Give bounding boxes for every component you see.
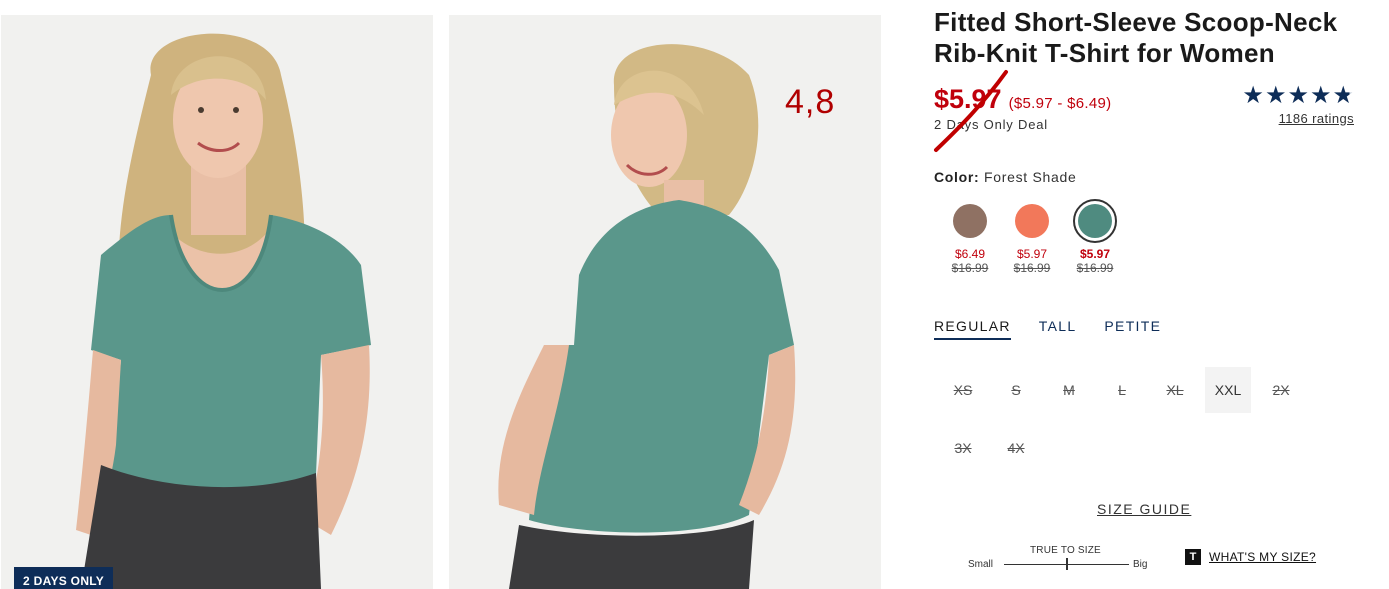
fit-scale-marker (1066, 558, 1068, 570)
size-2x[interactable]: 2X (1258, 367, 1304, 413)
ratings-count-link[interactable]: 1186 ratings (1238, 111, 1354, 126)
star-icon: ★ (1242, 82, 1264, 109)
size-xs[interactable]: XS (940, 367, 986, 413)
star-icon: ★ (1309, 82, 1332, 109)
swatch-original-price: $16.99 (951, 261, 989, 275)
tab-regular[interactable]: REGULAR (934, 318, 1011, 340)
whats-my-size-label[interactable]: WHAT'S MY SIZE? (1209, 550, 1316, 564)
swatch-original-price: $16.99 (1076, 261, 1114, 275)
fit-tabs: REGULAR TALL PETITE (934, 318, 1161, 340)
size-xxl[interactable]: XXL (1205, 367, 1251, 413)
rating-block[interactable]: ★ ★ ★ ★ ★ 1186 ratings (1238, 84, 1354, 127)
price-range: ($5.97 - $6.49) (1008, 95, 1112, 112)
red-strike-annotation (934, 70, 1008, 152)
color-label-prefix: Color: (934, 169, 980, 185)
size-guide-link[interactable]: SIZE GUIDE (1097, 501, 1191, 517)
swatch-price: $5.97 (1016, 247, 1048, 261)
star-icon-partial: ★ (1332, 82, 1354, 109)
true-fit-t-icon: T (1185, 549, 1201, 565)
swatch-coral[interactable]: $5.97 $16.99 (1008, 204, 1056, 275)
size-4x[interactable]: 4X (993, 425, 1039, 471)
fit-scale: TRUE TO SIZE Small Big (966, 545, 1156, 575)
swatch-circle[interactable] (953, 204, 987, 238)
color-label: Color: Forest Shade (934, 169, 1076, 185)
size-m[interactable]: M (1046, 367, 1092, 413)
size-s[interactable]: S (993, 367, 1039, 413)
product-image-front[interactable]: 2 DAYS ONLY (1, 15, 433, 589)
swatch-circle[interactable] (1015, 204, 1049, 238)
swatch-price: $5.97 (1079, 247, 1111, 261)
swatch-original-price: $16.99 (1013, 261, 1051, 275)
fit-scale-small: Small (968, 559, 994, 570)
tab-tall[interactable]: TALL (1039, 318, 1077, 340)
tab-petite[interactable]: PETITE (1104, 318, 1161, 340)
size-3x[interactable]: 3X (940, 425, 986, 471)
star-icon: ★ (1264, 82, 1287, 109)
swatch-fill (1078, 204, 1112, 238)
model-front-illustration (1, 15, 433, 589)
size-l[interactable]: L (1099, 367, 1145, 413)
swatch-forest-shade[interactable]: $5.97 $16.99 (1071, 199, 1119, 275)
swatch-price: $6.49 (954, 247, 986, 261)
swatch-brown[interactable]: $6.49 $16.99 (946, 204, 994, 275)
two-days-only-badge: 2 DAYS ONLY (14, 567, 114, 589)
fit-scale-title: TRUE TO SIZE (1030, 545, 1101, 556)
star-rating: ★ ★ ★ ★ ★ (1238, 84, 1354, 108)
whats-my-size-link[interactable]: T WHAT'S MY SIZE? (1185, 549, 1316, 565)
swatch-circle-selected[interactable] (1073, 199, 1117, 243)
fit-scale-big: Big (1133, 559, 1148, 570)
product-title: Fitted Short-Sleeve Scoop-Neck Rib-Knit … (934, 7, 1338, 68)
overlay-rating-number: 4,8 (785, 83, 836, 121)
selected-color-name: Forest Shade (984, 169, 1077, 185)
star-icon: ★ (1287, 82, 1309, 109)
size-xl[interactable]: XL (1152, 367, 1198, 413)
